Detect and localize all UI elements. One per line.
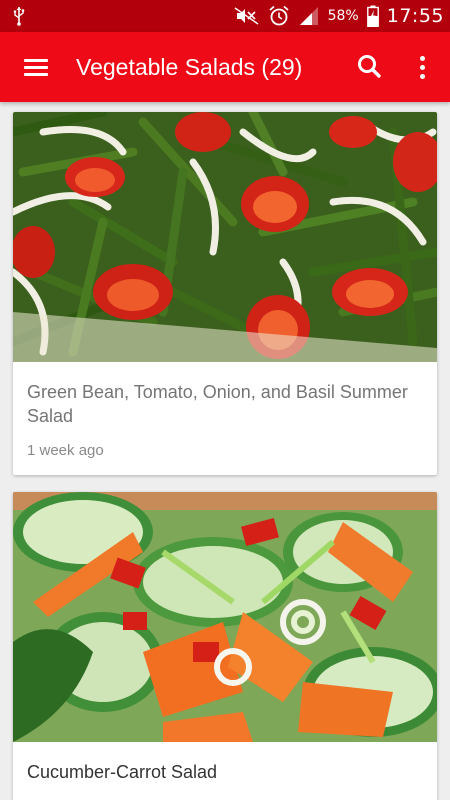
alarm-icon [269, 5, 289, 26]
recipe-image [13, 112, 437, 362]
clock: 17:55 [386, 5, 444, 27]
signal-icon [299, 7, 318, 25]
app-toolbar: Vegetable Salads (29) [0, 32, 450, 102]
recipe-card[interactable]: Green Bean, Tomato, Onion, and Basil Sum… [13, 112, 437, 475]
mute-icon [234, 7, 259, 25]
status-bar: 58% 17:55 [0, 0, 450, 32]
battery-charging-icon [366, 5, 379, 27]
recipe-image [13, 492, 437, 742]
recipe-title: Cucumber-Carrot Salad [27, 762, 218, 782]
recipe-card[interactable]: Cucumber-Carrot Salad [13, 492, 437, 800]
recipe-title: Green Bean, Tomato, Onion, and Basil Sum… [27, 382, 408, 426]
battery-percent: 58% [327, 8, 359, 24]
recipe-time-ago: 1 week ago [27, 442, 104, 459]
page-title: Vegetable Salads (29) [76, 54, 303, 80]
menu-icon[interactable] [12, 43, 60, 91]
search-icon[interactable] [346, 43, 394, 91]
more-options-icon[interactable] [400, 43, 444, 91]
usb-icon [13, 7, 25, 26]
